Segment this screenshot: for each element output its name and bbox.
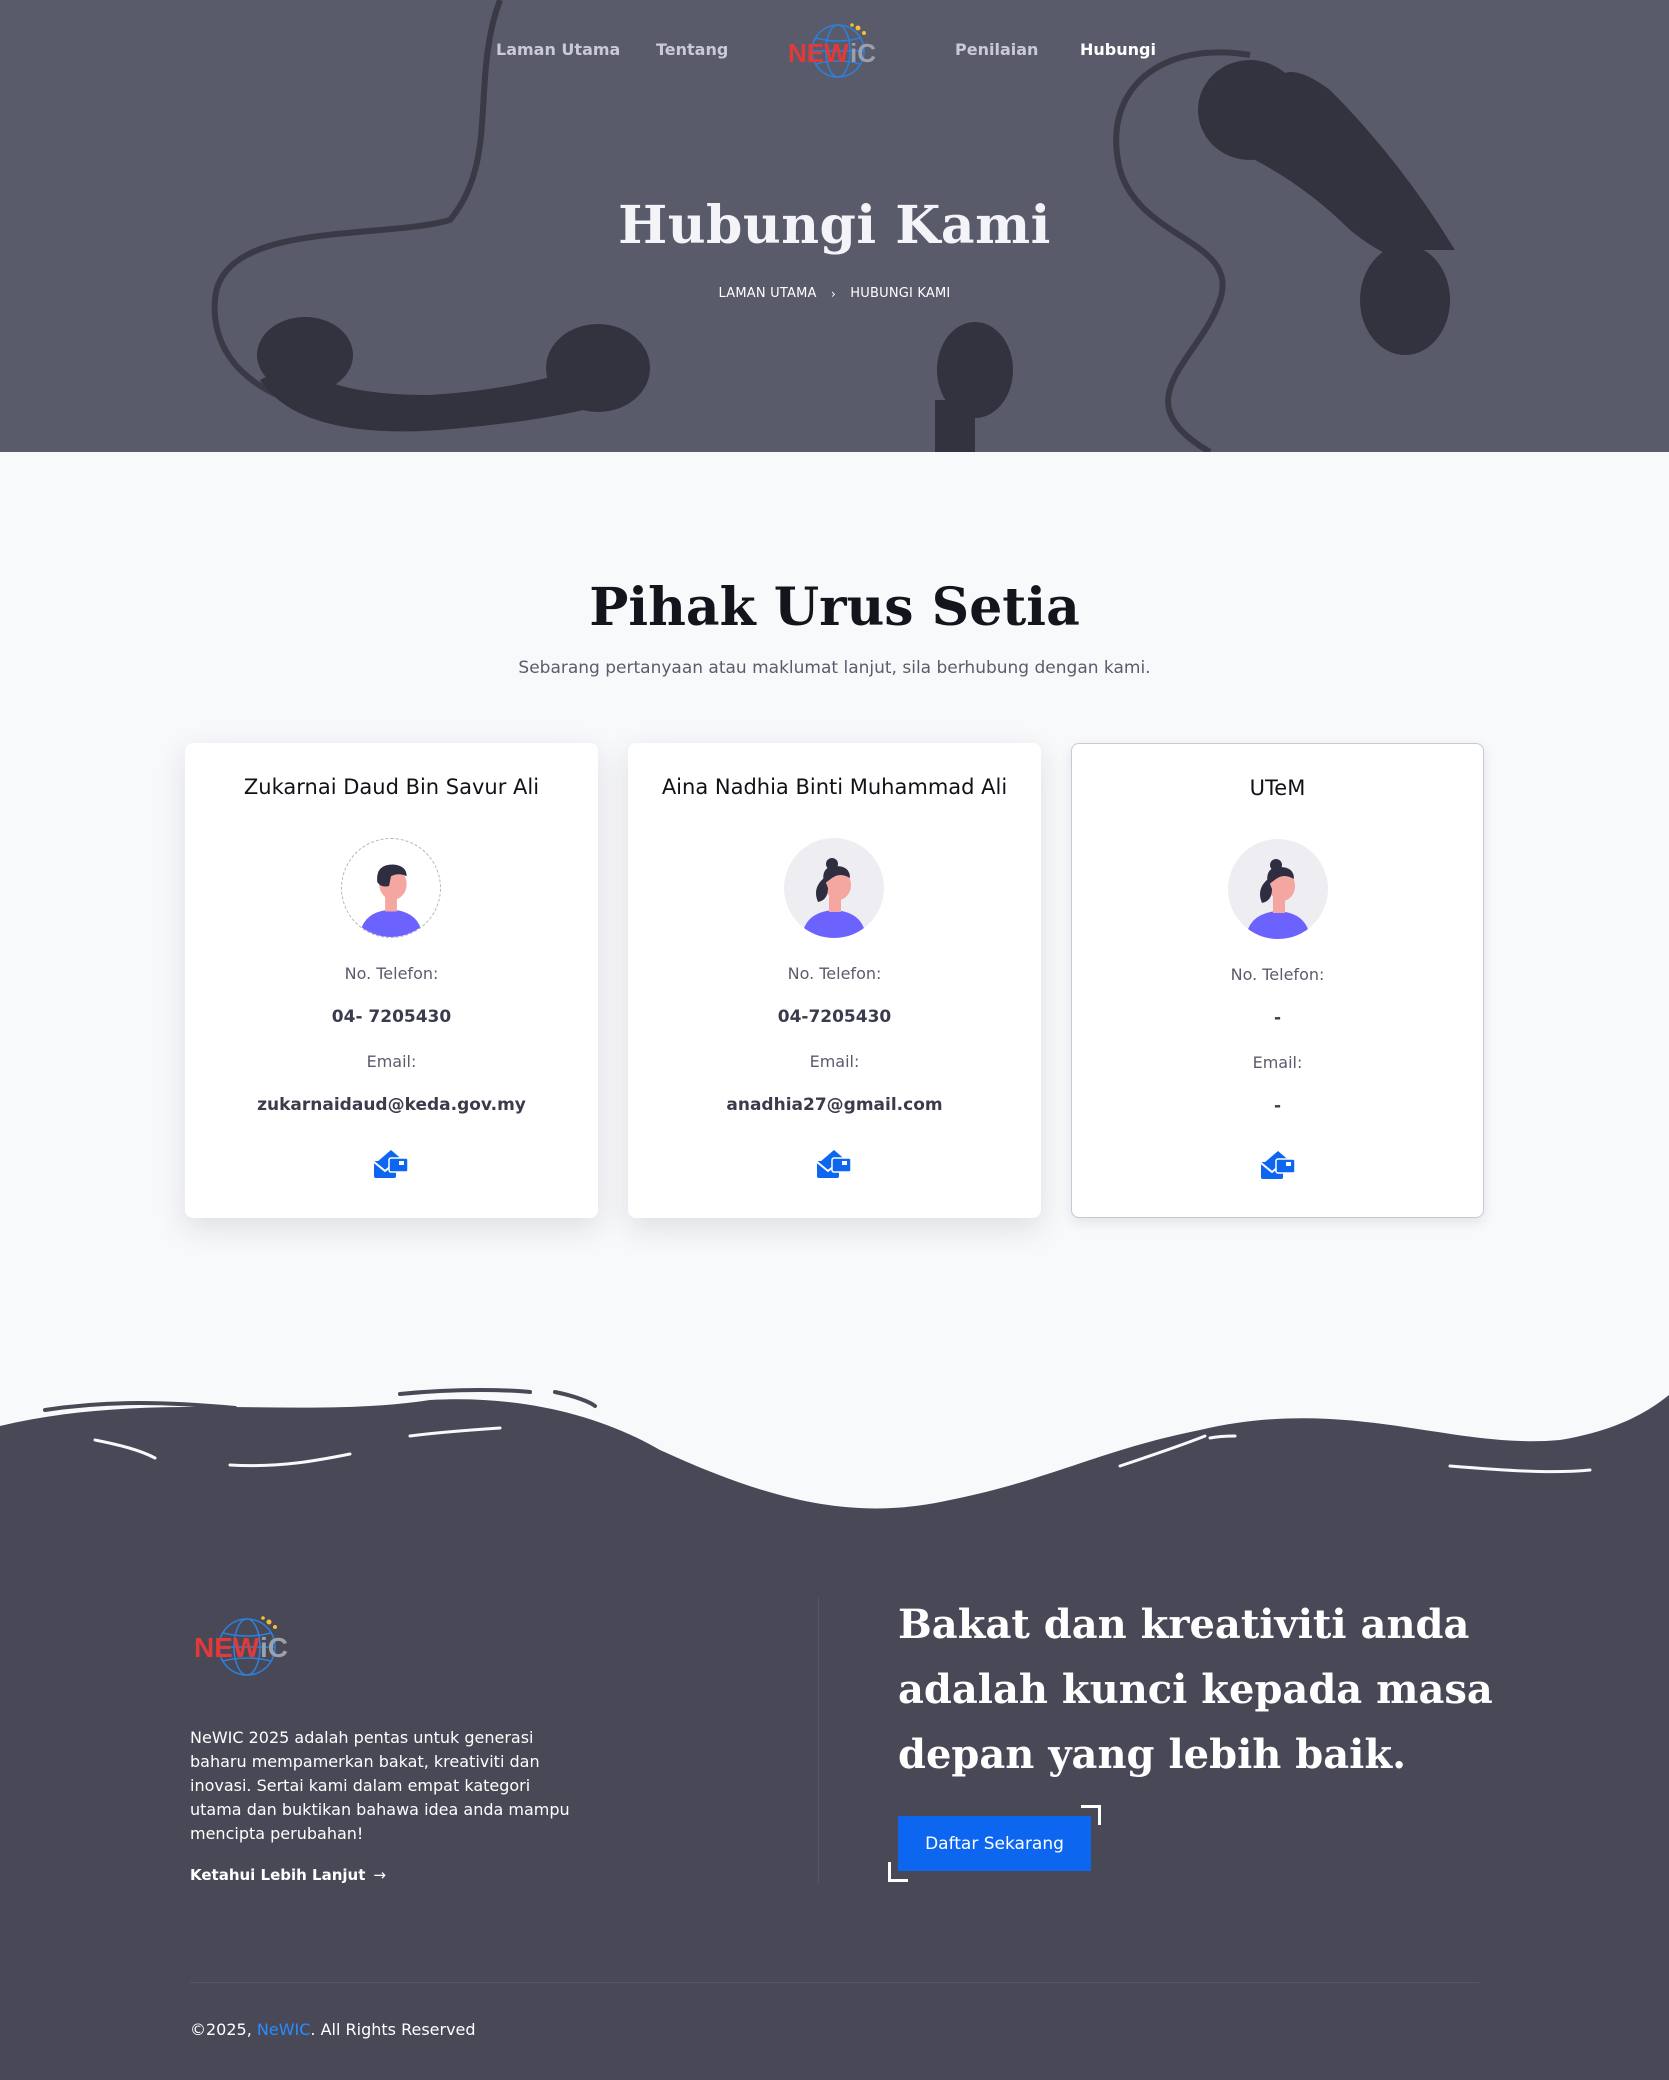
section-subtitle: Sebarang pertanyaan atau maklumat lanjut… <box>518 658 1151 678</box>
email-value: zukarnaidaud@keda.gov.my <box>257 1095 526 1115</box>
male-avatar-icon <box>341 838 441 938</box>
learn-more-link[interactable]: Ketahui Lebih Lanjut → <box>190 1866 386 1884</box>
footer-about-text: NeWIC 2025 adalah pentas untuk generasi … <box>190 1728 570 1843</box>
arrow-right-icon: → <box>373 1866 386 1884</box>
contact-card: Aina Nadhia Binti Muhammad Ali No. Telef… <box>628 743 1041 1218</box>
svg-text:iC: iC <box>850 38 876 68</box>
email-label: Email: <box>809 1052 860 1071</box>
phone-label: No. Telefon: <box>787 964 882 983</box>
phone-value: - <box>1273 1008 1282 1028</box>
female-avatar-icon <box>1228 839 1328 939</box>
corner-bracket-decoration <box>888 1862 908 1882</box>
section-title: Pihak Urus Setia <box>589 577 1080 638</box>
register-now-button[interactable]: Daftar Sekarang <box>898 1816 1091 1871</box>
breadcrumb-home[interactable]: LAMAN UTAMA <box>719 286 817 301</box>
svg-text:iC: iC <box>260 1632 288 1663</box>
copyright-prefix: ©2025, <box>190 2020 257 2039</box>
nav-laman-utama[interactable]: Laman Utama <box>496 40 620 59</box>
mail-contact-icon[interactable] <box>371 1148 411 1182</box>
nav-penilaian[interactable]: Penilaian <box>955 40 1038 59</box>
email-label: Email: <box>366 1052 417 1071</box>
mail-contact-icon[interactable] <box>1258 1149 1298 1183</box>
breadcrumb-current: HUBUNGI KAMI <box>850 286 951 301</box>
email-label: Email: <box>1252 1053 1303 1072</box>
svg-text:NEW: NEW <box>194 1632 260 1663</box>
email-value: anadhia27@gmail.com <box>726 1095 943 1115</box>
email-value: - <box>1273 1096 1282 1116</box>
footer-newic-logo[interactable]: NEW iC <box>190 1612 295 1682</box>
svg-text:NEW: NEW <box>788 38 849 68</box>
nav-hubungi[interactable]: Hubungi <box>1080 40 1156 59</box>
mail-contact-icon[interactable] <box>814 1148 854 1182</box>
phone-label: No. Telefon: <box>344 964 439 983</box>
footer-quote: Bakat dan kreativiti anda adalah kunci k… <box>898 1601 1493 1778</box>
contact-name: Zukarnai Daud Bin Savur Ali <box>243 775 540 799</box>
contact-name: Aina Nadhia Binti Muhammad Ali <box>661 775 1008 799</box>
contact-name: UTeM <box>1249 776 1306 800</box>
chevron-right-icon: › <box>830 286 836 301</box>
phone-label: No. Telefon: <box>1230 965 1325 984</box>
breadcrumb: LAMAN UTAMA › HUBUNGI KAMI <box>0 286 1669 301</box>
footer-vertical-divider <box>818 1598 819 1883</box>
hero-title: Hubungi Kami <box>618 195 1051 256</box>
phone-value: 04-7205430 <box>777 1007 892 1027</box>
phone-value: 04- 7205430 <box>331 1007 452 1027</box>
copyright: ©2025, NeWIC. All Rights Reserved <box>190 2020 476 2039</box>
contact-card: UTeM No. Telefon: - Email: - <box>1071 743 1484 1218</box>
hero-banner: Laman Utama Tentang Penilaian Hubungi NE… <box>0 0 1669 452</box>
newic-logo[interactable]: NEW iC <box>786 20 882 82</box>
learn-more-label: Ketahui Lebih Lanjut <box>190 1866 366 1884</box>
nav-tentang[interactable]: Tentang <box>656 40 728 59</box>
copyright-suffix: . All Rights Reserved <box>310 2020 476 2039</box>
footer-horizontal-divider <box>190 1982 1479 1983</box>
female-avatar-icon <box>784 838 884 938</box>
contact-card: Zukarnai Daud Bin Savur Ali No. Telefon:… <box>185 743 598 1218</box>
copyright-brand-link[interactable]: NeWIC <box>257 2020 311 2039</box>
